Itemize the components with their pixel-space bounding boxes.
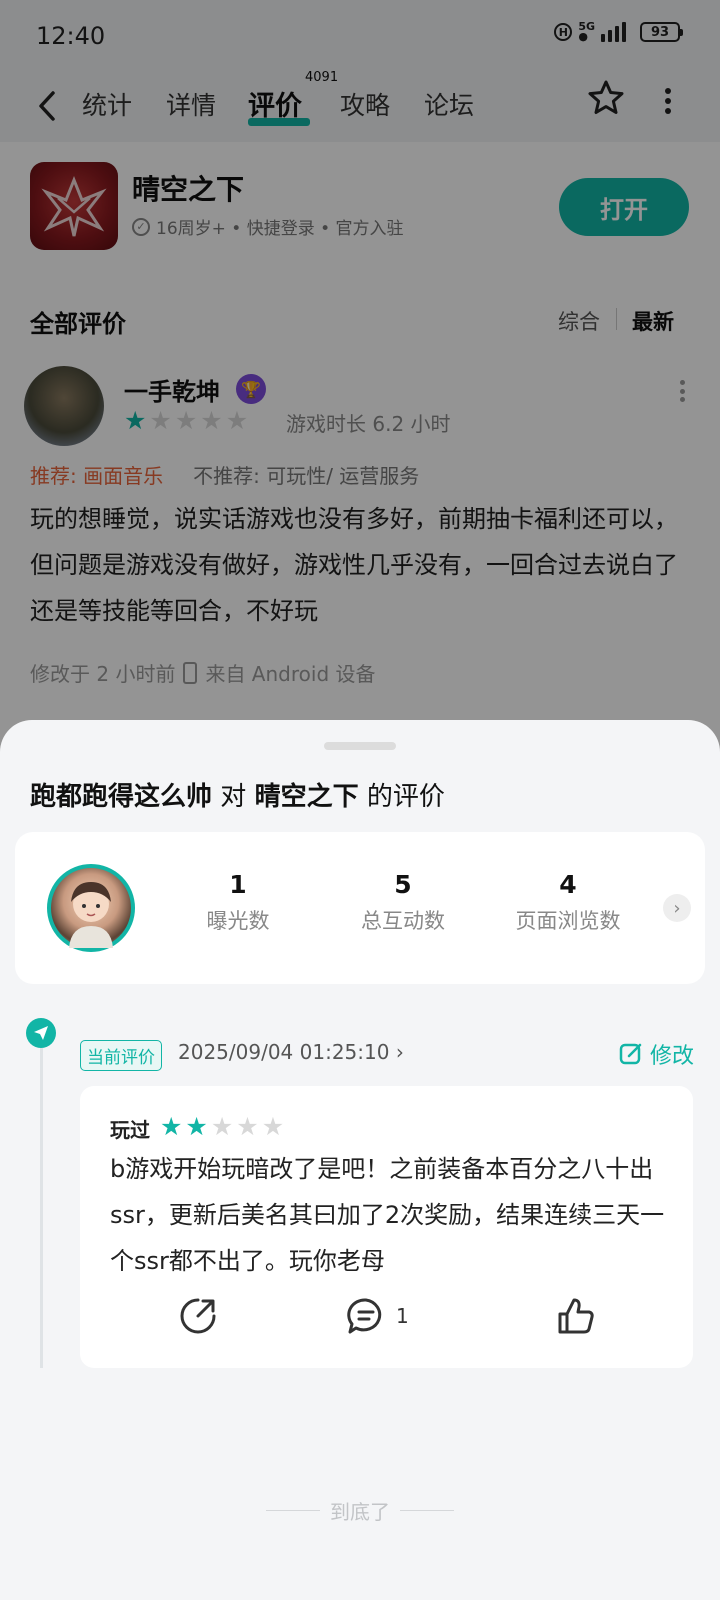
sheet-title-suffix: 的评价 [366,782,445,812]
star-filled-icon: ★ [160,1112,183,1141]
stat-exposure: 1 曝光数 [206,870,270,933]
stat-page-views: 4 页面浏览数 [515,870,621,933]
review-timestamp[interactable]: 2025/09/04 01:25:10 › [178,1040,404,1064]
end-line-left [266,1510,320,1511]
current-review-tag: 当前评价 [80,1040,162,1071]
end-line-right [400,1510,454,1511]
star-empty-icon: ★ [236,1112,259,1141]
edit-button[interactable]: 修改 [618,1038,694,1070]
review-actions: 1 [80,1286,693,1346]
sheet-game-name: 晴空之下 [254,782,359,812]
comment-count: 1 [396,1304,409,1328]
timeline-send-icon [26,1018,56,1048]
thumbs-up-icon [558,1298,594,1334]
star-empty-icon: ★ [210,1112,234,1141]
sheet-title: 跑都跑得这么帅 对 晴空之下 的评价 [30,776,445,813]
comment-button[interactable]: 1 [346,1296,409,1336]
user-avatar[interactable] [47,864,135,952]
end-text: 到底了 [330,1500,390,1524]
like-button[interactable] [556,1296,596,1336]
end-of-list: 到底了 [0,1496,720,1525]
stats-arrow-icon[interactable]: › [663,894,691,922]
star-filled-icon: ★ [185,1112,208,1141]
edit-icon [619,1043,642,1065]
share-icon [180,1298,216,1334]
sheet-drag-handle[interactable] [324,742,396,750]
sheet-user-name: 跑都跑得这么帅 [30,782,213,812]
timeline-line [40,1048,43,1368]
my-review-card[interactable]: 玩过 ★ ★ ★ ★ ★ b游戏开始玩暗改了是吧！之前装备本百分之八十出ssr，更新后美… [80,1086,693,1368]
stat-interactions: 5 总互动数 [361,870,445,933]
played-label: 玩过 [110,1118,150,1142]
my-review-rating: ★ ★ ★ ★ ★ [160,1114,284,1140]
sheet-title-middle: 对 [220,782,247,812]
share-button[interactable] [178,1296,218,1336]
comment-icon [347,1298,382,1334]
star-empty-icon: ★ [261,1112,285,1141]
my-review-content: b游戏开始玩暗改了是吧！之前装备本百分之八十出ssr，更新后美名其曰加了2次奖励… [110,1155,665,1275]
stats-card: 1 曝光数 5 总互动数 4 页面浏览数 › [15,832,705,984]
